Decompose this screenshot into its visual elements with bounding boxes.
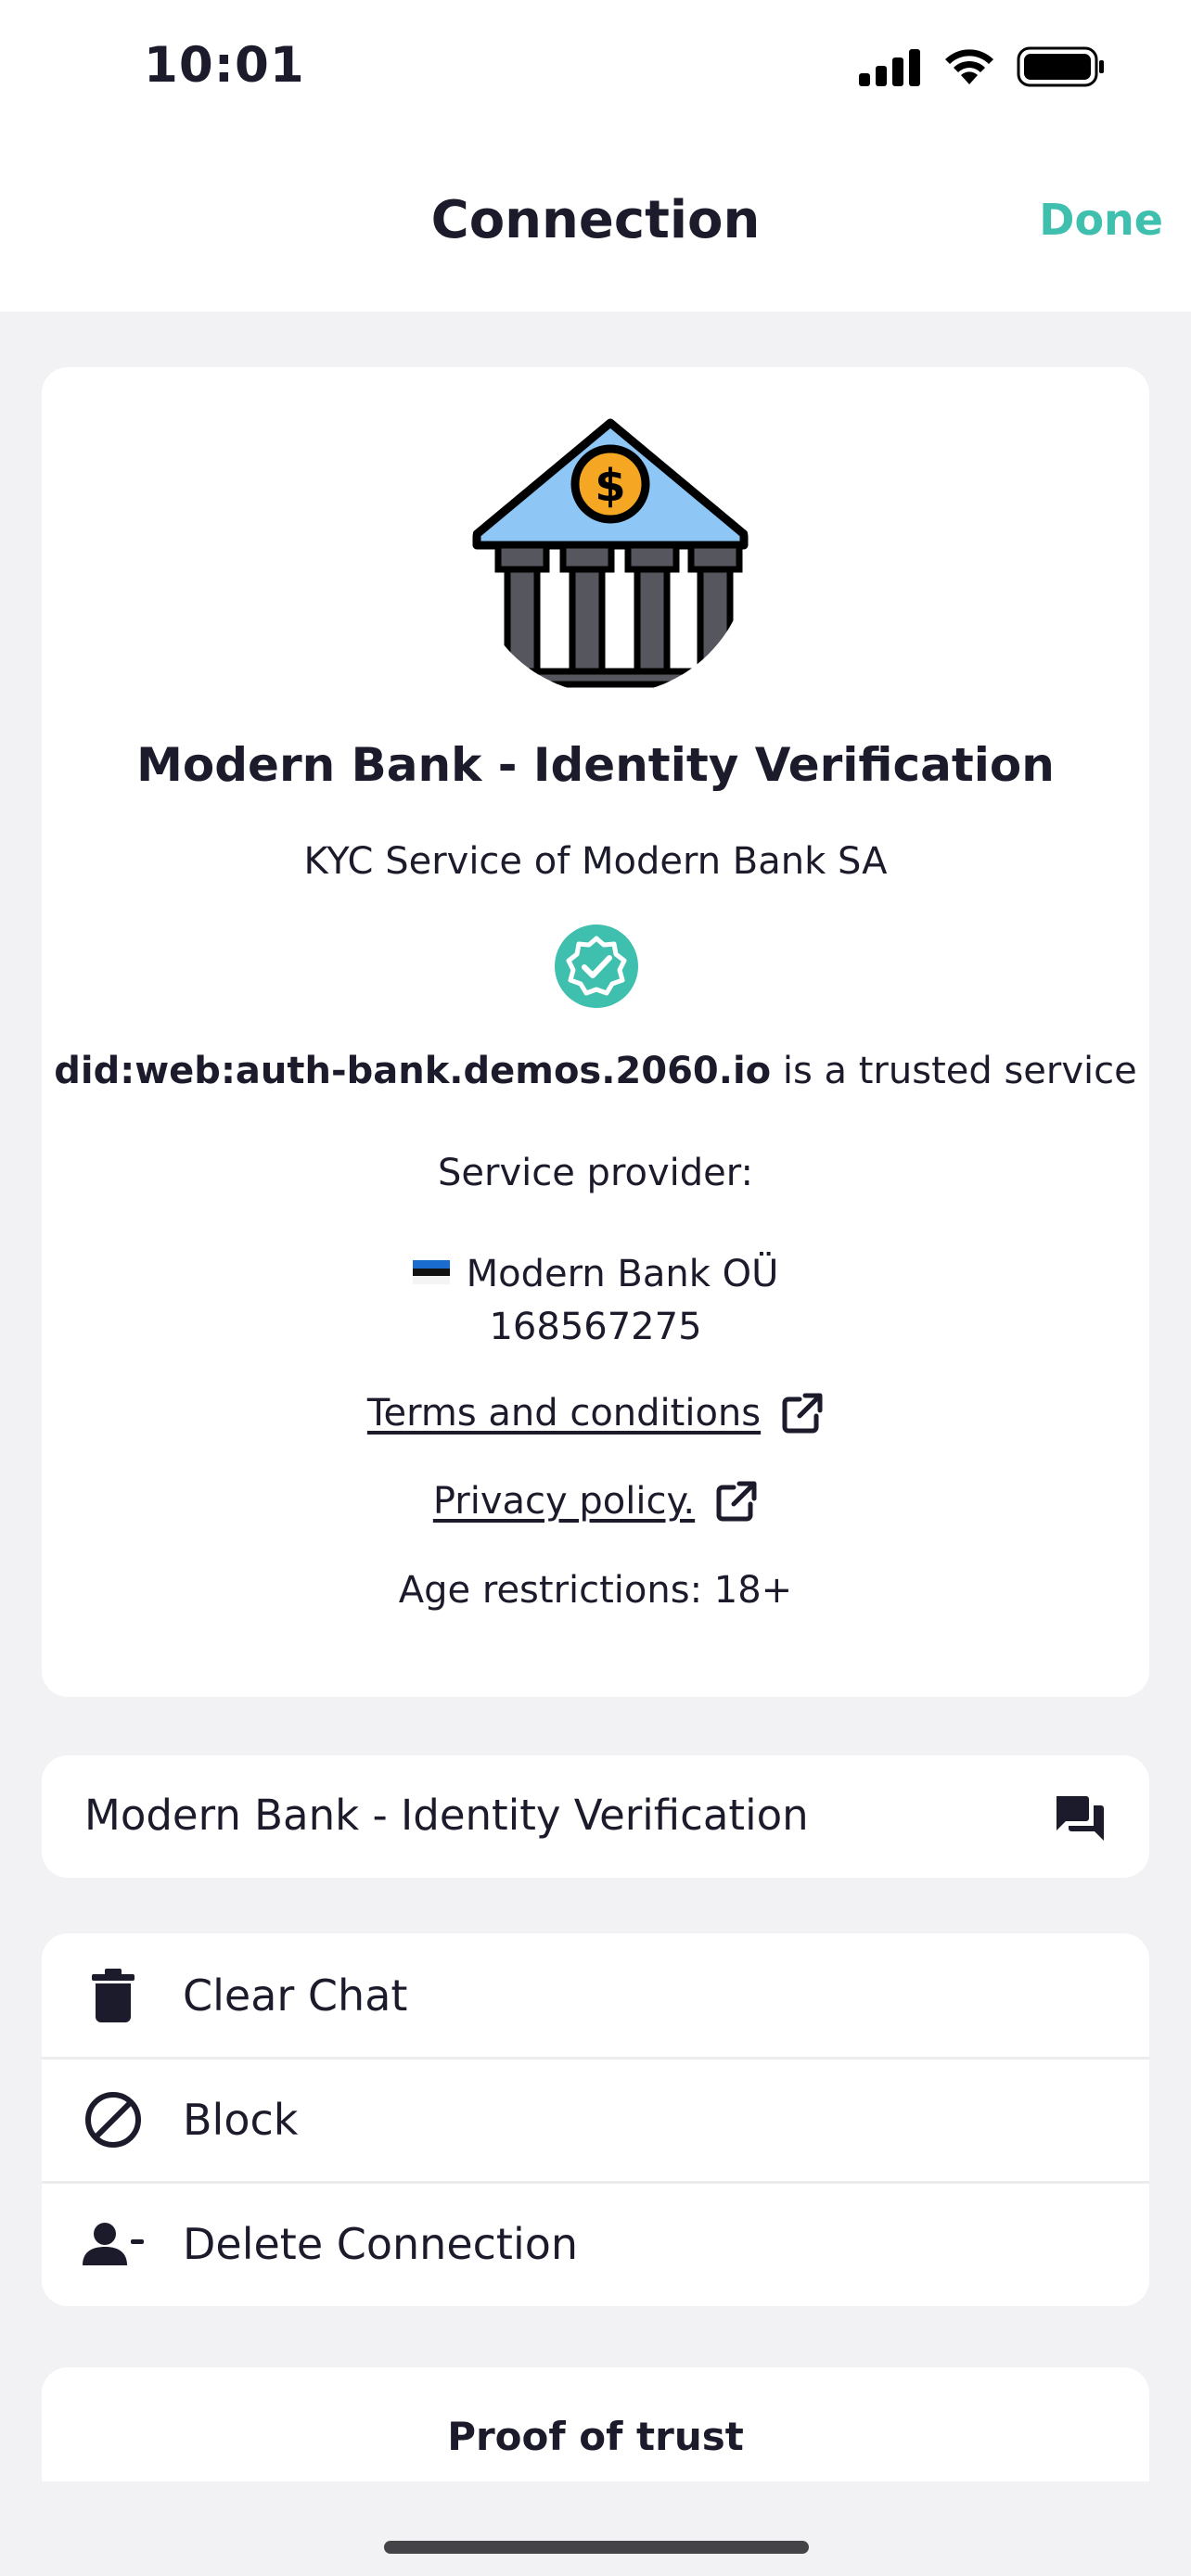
service-did: did:web:auth-bank.demos.2060.io <box>54 1050 772 1092</box>
block-button[interactable]: Block <box>42 2058 1149 2182</box>
battery-icon <box>1017 46 1104 87</box>
svg-text:$: $ <box>595 460 625 512</box>
trash-icon <box>83 1965 144 2026</box>
provider-name: Modern Bank OÜ <box>466 1253 779 1295</box>
estonia-flag-icon <box>412 1260 450 1284</box>
chat-row[interactable]: Modern Bank - Identity Verification <box>42 1755 1149 1878</box>
provider-id: 168567275 <box>489 1306 702 1348</box>
age-restrictions: Age restrictions: 18+ <box>398 1569 793 1612</box>
nav-bar: Connection Done <box>0 139 1191 312</box>
clear-chat-label: Clear Chat <box>183 1970 408 2021</box>
trusted-suffix: is a trusted service <box>771 1050 1137 1092</box>
trusted-statement: did:web:auth-bank.demos.2060.io is a tru… <box>42 1050 1149 1092</box>
privacy-link[interactable]: Privacy policy. <box>433 1480 695 1523</box>
status-time: 10:01 <box>144 37 305 94</box>
done-button[interactable]: Done <box>1039 195 1163 245</box>
status-icons <box>859 46 1106 87</box>
verified-badge-icon <box>555 925 638 1008</box>
service-info-card: $ Modern Bank - Identity Verification KY… <box>42 367 1149 1697</box>
privacy-link-row: Privacy policy. <box>42 1480 1149 1523</box>
block-label: Block <box>183 2095 299 2145</box>
service-provider: Modern Bank OÜ <box>42 1253 1149 1295</box>
external-link-icon[interactable] <box>781 1392 824 1435</box>
bank-logo-icon: $ <box>472 418 749 688</box>
proof-of-trust-title: Proof of trust <box>447 2414 744 2459</box>
status-bar: 10:01 <box>0 0 1191 139</box>
page-title: Connection <box>430 190 761 250</box>
delete-connection-label: Delete Connection <box>183 2219 579 2269</box>
terms-link[interactable]: Terms and conditions <box>367 1392 761 1435</box>
service-provider-label: Service provider: <box>438 1152 753 1194</box>
remove-user-icon <box>83 2213 144 2275</box>
service-name: Modern Bank - Identity Verification <box>136 738 1055 792</box>
chat-row-label: Modern Bank - Identity Verification <box>84 1791 809 1840</box>
signal-icon <box>859 49 920 86</box>
chat-bubbles-icon[interactable] <box>1053 1791 1107 1844</box>
delete-connection-button[interactable]: Delete Connection <box>42 2182 1149 2306</box>
bottom-area <box>0 2481 1191 2576</box>
actions-card: Clear Chat Block Delete Connection <box>42 1933 1149 2306</box>
wifi-icon <box>945 49 993 84</box>
terms-link-row: Terms and conditions <box>42 1392 1149 1435</box>
external-link-icon[interactable] <box>715 1480 758 1523</box>
clear-chat-button[interactable]: Clear Chat <box>42 1933 1149 2058</box>
service-description: KYC Service of Modern Bank SA <box>303 840 888 883</box>
home-indicator[interactable] <box>384 2541 809 2554</box>
block-icon <box>83 2089 144 2150</box>
